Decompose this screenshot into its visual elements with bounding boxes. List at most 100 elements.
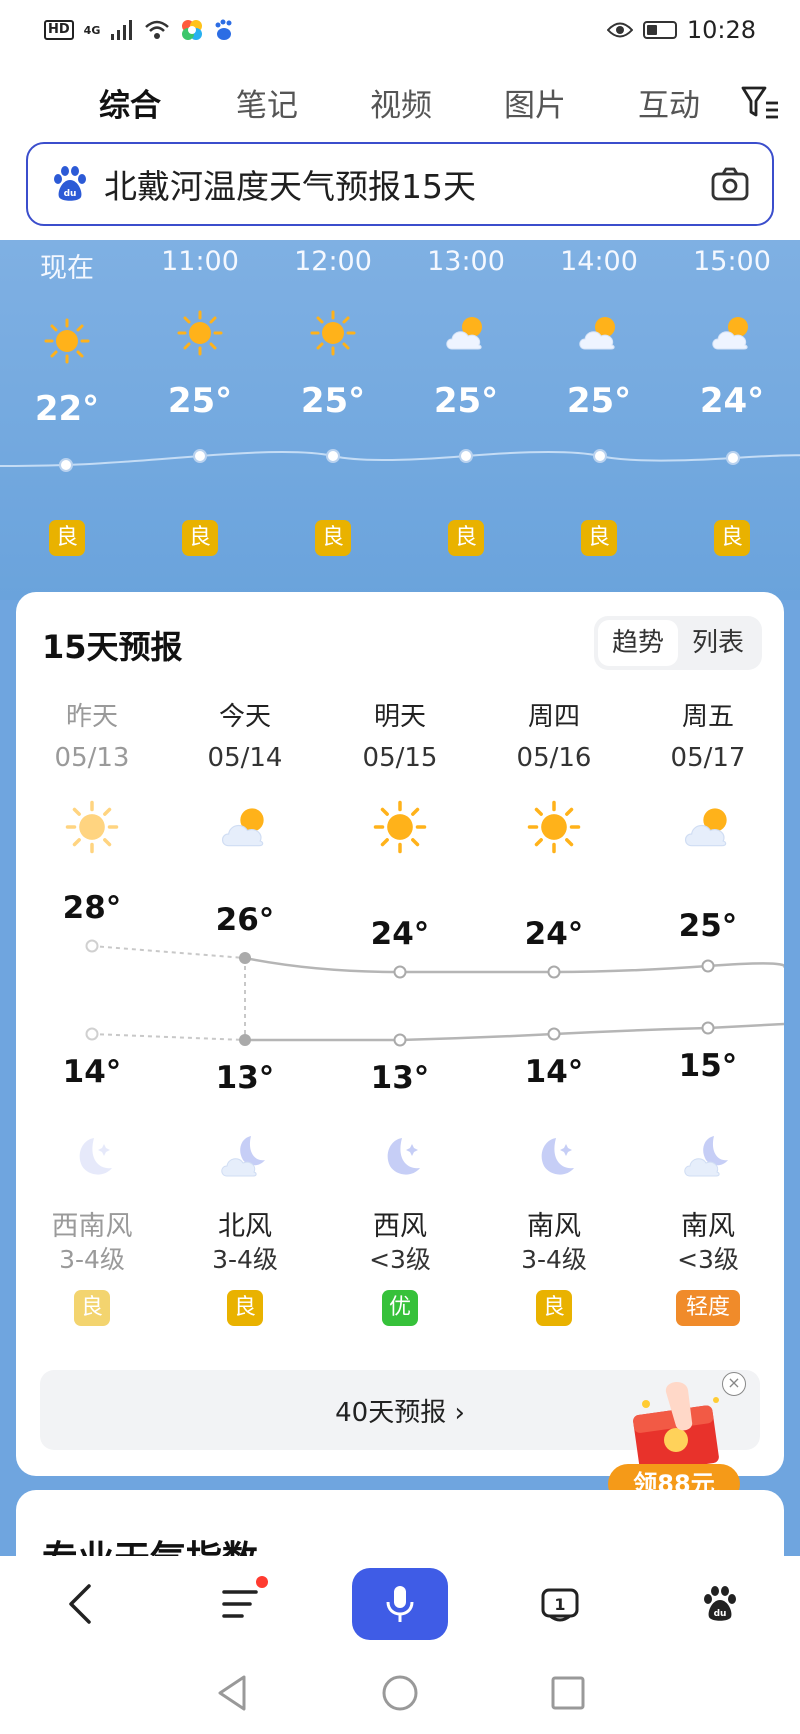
filter-icon[interactable] (740, 84, 780, 120)
hour-aqi-badge: 良 (182, 520, 218, 556)
baidu-paw-small-icon (215, 19, 232, 40)
battery-icon (642, 21, 677, 39)
day-name: 明天 (373, 702, 426, 732)
sun-icon (44, 318, 90, 364)
svg-text:du: du (714, 1609, 727, 1619)
day-name: 今天 (218, 702, 271, 732)
aqi-badge: 轻度 (676, 1290, 740, 1326)
wind-level: <3级 (677, 1245, 739, 1274)
high-temp: 26° (215, 902, 275, 938)
status-right: 10:28 (606, 16, 756, 44)
day-name: 昨天 (65, 702, 118, 732)
tab-interaction[interactable]: 互动 (602, 80, 736, 125)
forecast-card: 15天预报 趋势 列表 昨天 05/13 今天 05/14 明天 05/15 周… (16, 592, 784, 1476)
day-column[interactable]: 昨天 05/13 (15, 696, 169, 855)
partly-cloudy-icon (446, 317, 482, 350)
voice-search-button[interactable] (352, 1568, 448, 1640)
nav-recents-icon[interactable] (550, 1675, 586, 1711)
svg-text:du: du (64, 189, 77, 199)
wind-level: <3级 (369, 1245, 431, 1274)
hourly-forecast: 现在 22° 11:00 25° 12:00 25° 13:00 25° 14:… (0, 240, 800, 600)
microphone-icon (386, 1586, 414, 1622)
svg-text:1: 1 (554, 1595, 565, 1614)
low-temp: 14° (524, 1054, 584, 1090)
signal-icon (111, 20, 133, 40)
bottom-toolbar: 1 du (0, 1556, 800, 1652)
sun-icon (177, 310, 223, 356)
nav-back-icon[interactable] (214, 1673, 250, 1713)
moon-icon (387, 1138, 420, 1175)
lo-point (701, 1021, 715, 1035)
sun-icon (373, 800, 427, 854)
hourly-point (193, 449, 207, 463)
day-column[interactable]: 明天 05/15 (323, 696, 477, 855)
sun-icon (65, 800, 119, 854)
day-date: 05/14 (207, 743, 283, 773)
hour-column: 现在 22° (0, 240, 134, 429)
wind-level: 3-4级 (59, 1245, 125, 1274)
sun-icon (527, 800, 581, 854)
hour-aqi-badge: 良 (448, 520, 484, 556)
eye-icon (606, 22, 633, 38)
status-left: HD 4G (44, 18, 234, 42)
wind-level: 3-4级 (521, 1245, 587, 1274)
menu-button[interactable] (192, 1568, 288, 1640)
tab-images[interactable]: 图片 (468, 80, 602, 125)
tab-notes[interactable]: 笔记 (200, 80, 334, 125)
baidu-paw-icon: du (54, 166, 86, 201)
hour-column: 15:00 24° (665, 240, 799, 421)
high-temp: 24° (370, 916, 430, 952)
back-button[interactable] (32, 1568, 128, 1640)
hour-column: 12:00 25° (266, 240, 400, 421)
hour-time: 11:00 (161, 246, 239, 277)
hour-time: 12:00 (294, 246, 372, 277)
status-bar: HD 4G 10:28 (0, 0, 800, 60)
hour-time: 13:00 (427, 246, 505, 277)
network-type: 4G (83, 23, 101, 37)
aqi-badge: 良 (227, 1290, 263, 1326)
sun-icon (310, 310, 356, 356)
hourly-point (459, 449, 473, 463)
day-name: 周四 (527, 702, 580, 732)
baidu-home-button[interactable]: du (672, 1568, 768, 1640)
hour-temp: 22° (34, 389, 100, 429)
search-bar[interactable]: du 北戴河温度天气预报15天 (26, 142, 774, 226)
wind-direction: 西风 (373, 1211, 427, 1242)
low-temp: 13° (215, 1060, 275, 1096)
hour-aqi-badge: 良 (49, 520, 85, 556)
day-column[interactable]: 周四 05/16 (477, 696, 631, 855)
aqi-badge: 良 (536, 1290, 572, 1326)
tab-videos[interactable]: 视频 (334, 80, 468, 125)
hour-column: 11:00 25° (133, 240, 267, 421)
promo-close-icon[interactable]: × (722, 1372, 746, 1396)
hi-point (547, 965, 561, 979)
lo-point (547, 1027, 561, 1041)
day-aqi: 优 (323, 1290, 477, 1326)
hour-time: 14:00 (560, 246, 638, 277)
camera-icon[interactable] (710, 166, 750, 202)
app-pinwheel-icon (182, 20, 203, 40)
aqi-badge: 良 (74, 1290, 110, 1326)
hour-temp: 25° (300, 381, 366, 421)
moon-icon (541, 1138, 574, 1175)
day-date: 05/15 (362, 743, 438, 773)
tab-comprehensive[interactable]: 综合 (60, 80, 200, 125)
search-input[interactable]: 北戴河温度天气预报15天 (104, 160, 710, 208)
hourly-point (593, 449, 607, 463)
nav-home-icon[interactable] (380, 1673, 420, 1713)
hour-aqi-badge: 良 (315, 520, 351, 556)
day-aqi: 良 (15, 1290, 169, 1326)
tabs-count-icon: 1 (541, 1588, 579, 1622)
hour-aqi-badge: 良 (581, 520, 617, 556)
wind-direction: 南风 (527, 1211, 581, 1242)
notification-dot (256, 1576, 268, 1588)
baidu-paw-icon: du (704, 1586, 736, 1621)
day-column[interactable]: 周五 05/17 (631, 696, 785, 855)
hourly-point (326, 449, 340, 463)
pages-button[interactable]: 1 (512, 1568, 608, 1640)
day-column[interactable]: 今天 05/14 (168, 696, 322, 855)
partly-cloudy-icon (684, 808, 727, 847)
hour-aqi-badge: 良 (714, 520, 750, 556)
menu-icon (222, 1590, 258, 1618)
hi-point (393, 965, 407, 979)
